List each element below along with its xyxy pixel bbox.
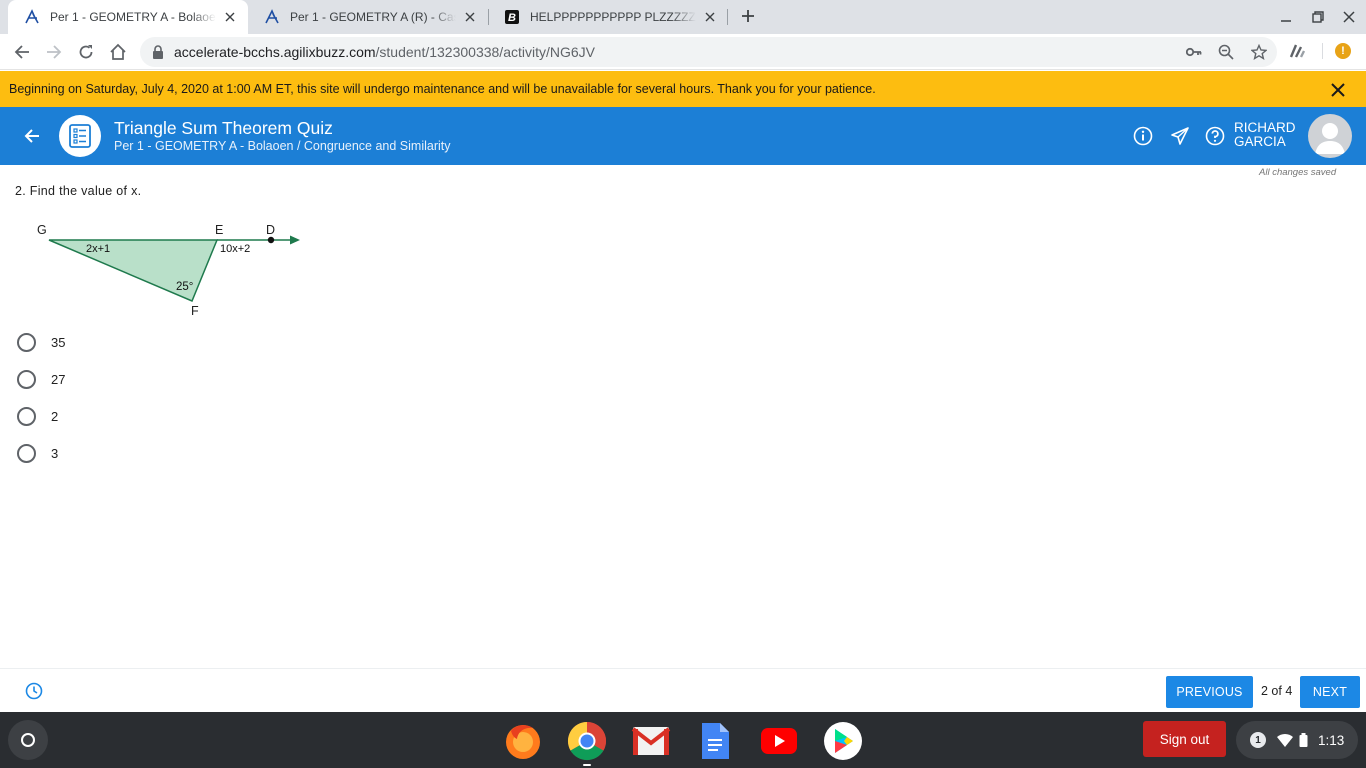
user-name[interactable]: RICHARD GARCIA [1234, 121, 1296, 149]
help-icon[interactable] [1204, 125, 1226, 147]
url-text: accelerate-bcchs.agilixbuzz.com/student/… [174, 44, 595, 60]
banner-message: Beginning on Saturday, July 4, 2020 at 1… [9, 82, 876, 96]
youtube-icon[interactable] [758, 720, 800, 762]
back-icon[interactable] [10, 40, 34, 64]
next-button[interactable]: NEXT [1300, 676, 1360, 708]
reload-icon[interactable] [74, 40, 98, 64]
question-prompt: 2. Find the value of x. [15, 184, 142, 198]
ray-arrowhead [290, 235, 300, 245]
notification-count-badge: 1 [1250, 732, 1266, 748]
brainly-b-icon: B [504, 9, 520, 25]
clock-time: 1:13 [1318, 732, 1345, 748]
launcher-icon[interactable] [8, 720, 48, 760]
activity-breadcrumb: Per 1 - GEOMETRY A - Bolaoen / Congruenc… [114, 139, 451, 153]
maintenance-banner: Beginning on Saturday, July 4, 2020 at 1… [0, 71, 1366, 107]
zoom-out-icon[interactable] [1216, 42, 1236, 62]
answer-choice-1[interactable]: 35 [17, 331, 65, 353]
agilix-a-icon [264, 9, 280, 25]
toolbar-divider [1322, 43, 1323, 59]
sign-out-button[interactable]: Sign out [1143, 721, 1226, 757]
label-e: E [215, 223, 223, 237]
angle-g-label: 2x+1 [86, 243, 110, 255]
agilix-a-icon [24, 9, 40, 25]
quiz-checklist-icon [59, 115, 101, 157]
triangle-figure: G E D F 2x+1 10x+2 25° [20, 220, 310, 322]
send-message-icon[interactable] [1169, 125, 1191, 147]
address-bar[interactable]: accelerate-bcchs.agilixbuzz.com/student/… [140, 37, 1277, 67]
previous-button[interactable]: PREVIOUS [1166, 676, 1253, 708]
avatar[interactable] [1308, 114, 1352, 158]
radio-button[interactable] [17, 406, 36, 426]
user-last-name: GARCIA [1234, 134, 1286, 149]
new-tab-icon[interactable] [737, 5, 759, 27]
bookmark-star-icon[interactable] [1249, 42, 1269, 62]
gmail-icon[interactable] [630, 720, 672, 762]
radio-button[interactable] [17, 369, 36, 389]
user-first-name: RICHARD [1234, 120, 1296, 135]
save-status: All changes saved [1259, 167, 1337, 178]
clock-icon[interactable] [24, 681, 44, 701]
wifi-icon [1277, 733, 1293, 747]
firefox-icon[interactable] [502, 720, 544, 762]
tab-title: Per 1 - GEOMETRY A - Bolaoen - Agilix Bu… [50, 10, 216, 24]
radio-button[interactable] [17, 332, 36, 352]
label-g: G [37, 223, 47, 237]
info-icon[interactable] [1132, 125, 1154, 147]
os-shelf: Sign out 1 1:13 [0, 712, 1366, 768]
forward-icon[interactable] [42, 40, 66, 64]
answer-choice-2[interactable]: 27 [17, 368, 65, 390]
label-d: D [266, 223, 275, 237]
tab-title: Per 1 - GEOMETRY A (R) - Castillo [290, 10, 456, 24]
angle-f-label: 25° [176, 281, 193, 293]
minimize-icon[interactable] [1276, 7, 1296, 27]
tab-title: HELPPPPPPPPPPP PLZZZZZZZZZ [530, 10, 696, 24]
profile-update-icon[interactable]: ! [1335, 43, 1351, 59]
battery-icon [1299, 733, 1308, 747]
browser-tab-1[interactable]: Per 1 - GEOMETRY A - Bolaoen - Agilix Bu… [8, 0, 248, 34]
page-indicator: 2 of 4 [1261, 684, 1293, 698]
back-arrow-icon[interactable] [20, 124, 44, 148]
close-tab-icon[interactable] [462, 9, 478, 25]
browser-tab-strip: Per 1 - GEOMETRY A - Bolaoen - Agilix Bu… [0, 0, 1366, 34]
angle-exterior-label: 10x+2 [220, 243, 250, 255]
browser-toolbar: accelerate-bcchs.agilixbuzz.com/student/… [0, 34, 1366, 70]
play-store-icon[interactable] [822, 720, 864, 762]
point-d-dot [267, 236, 275, 244]
answer-choice-4[interactable]: 3 [17, 442, 58, 464]
docs-icon[interactable] [694, 720, 736, 762]
close-tab-icon[interactable] [702, 9, 718, 25]
activity-header: Triangle Sum Theorem Quiz Per 1 - GEOMET… [0, 107, 1366, 165]
choice-label: 2 [51, 408, 59, 424]
svg-text:B: B [508, 12, 516, 24]
choice-label: 3 [51, 445, 59, 461]
lock-icon[interactable] [152, 45, 166, 59]
label-f: F [191, 304, 199, 318]
tab-divider [727, 9, 728, 25]
browser-tab-2[interactable]: Per 1 - GEOMETRY A (R) - Castillo [248, 0, 488, 34]
choice-label: 27 [51, 371, 66, 387]
choice-label: 35 [51, 334, 66, 350]
restore-icon[interactable] [1308, 7, 1328, 27]
close-banner-icon[interactable] [1328, 80, 1348, 100]
close-window-icon[interactable] [1339, 7, 1359, 27]
radio-button[interactable] [17, 443, 36, 463]
browser-tab-3[interactable]: B HELPPPPPPPPPPP PLZZZZZZZZZ [488, 0, 728, 34]
answer-choice-3[interactable]: 2 [17, 405, 58, 427]
activity-title: Triangle Sum Theorem Quiz [114, 118, 333, 138]
chrome-icon[interactable] [566, 720, 608, 762]
status-tray[interactable]: 1 1:13 [1236, 721, 1358, 759]
close-tab-icon[interactable] [222, 9, 238, 25]
key-icon[interactable] [1184, 42, 1204, 62]
activity-footer: PREVIOUS 2 of 4 NEXT [0, 668, 1366, 712]
home-icon[interactable] [106, 40, 130, 64]
running-app-indicator [583, 764, 591, 766]
extension-icon[interactable] [1287, 40, 1309, 62]
